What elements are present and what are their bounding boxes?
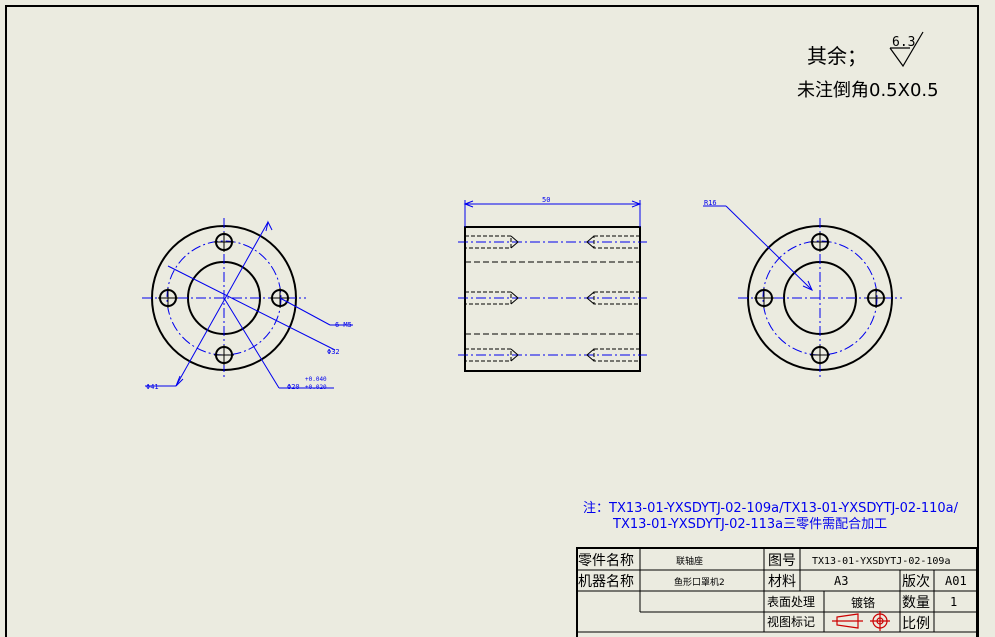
roughness-value: 6.3 [892, 35, 915, 50]
dim-phi32: Φ32 [327, 348, 340, 356]
dim-thread: 6-M5 [335, 321, 352, 329]
roughness-prefix: 其余； [807, 44, 867, 68]
left-end-view [142, 218, 353, 389]
quantity-label: 数量 [902, 595, 930, 611]
surface-label: 表面处理 [767, 595, 815, 609]
dim-phi41: Φ41 [146, 383, 159, 391]
quantity-value: 1 [950, 595, 957, 609]
dim-tol-upper: +0.040 [305, 376, 327, 383]
surface-value: 镀铬 [851, 595, 875, 610]
dim-phi20: Φ20 [287, 383, 300, 391]
material-value: A3 [834, 574, 848, 588]
version-value: A01 [945, 574, 967, 588]
front-view [458, 200, 647, 372]
part-name-value: 联轴座 [676, 555, 703, 567]
dim-length: 50 [542, 196, 550, 204]
note-line-1: 注：TX13-01-YXSDYTJ-02-109a/TX13-01-YXSDYT… [583, 501, 959, 516]
machine-name-value: 鱼形口罩机2 [674, 576, 725, 588]
note-line-2: TX13-01-YXSDYTJ-02-113a三零件需配合加工 [612, 517, 887, 532]
material-label: 材料 [768, 574, 796, 590]
chamfer-note: 未注倒角0.5X0.5 [797, 80, 939, 101]
projection-symbol-icon [832, 611, 890, 631]
dim-r16: R16 [704, 199, 717, 207]
dim-tol-lower: +0.020 [305, 384, 327, 391]
part-name-label: 零件名称 [578, 553, 634, 569]
drawing-no-value: TX13-01-YXSDYTJ-02-109a [812, 556, 950, 567]
machine-name-label: 机器名称 [578, 574, 634, 590]
right-end-view [703, 205, 902, 378]
drawing-sheet: 其余； 6.3 未注倒角0.5X0.5 Φ41 Φ32 6-M5 Φ20 +0.… [5, 5, 979, 637]
drawing-no-label: 图号 [768, 553, 796, 569]
view-mark-label: 视图标记 [767, 614, 815, 629]
version-label: 版次 [902, 574, 930, 590]
scale-label: 比例 [902, 616, 930, 632]
